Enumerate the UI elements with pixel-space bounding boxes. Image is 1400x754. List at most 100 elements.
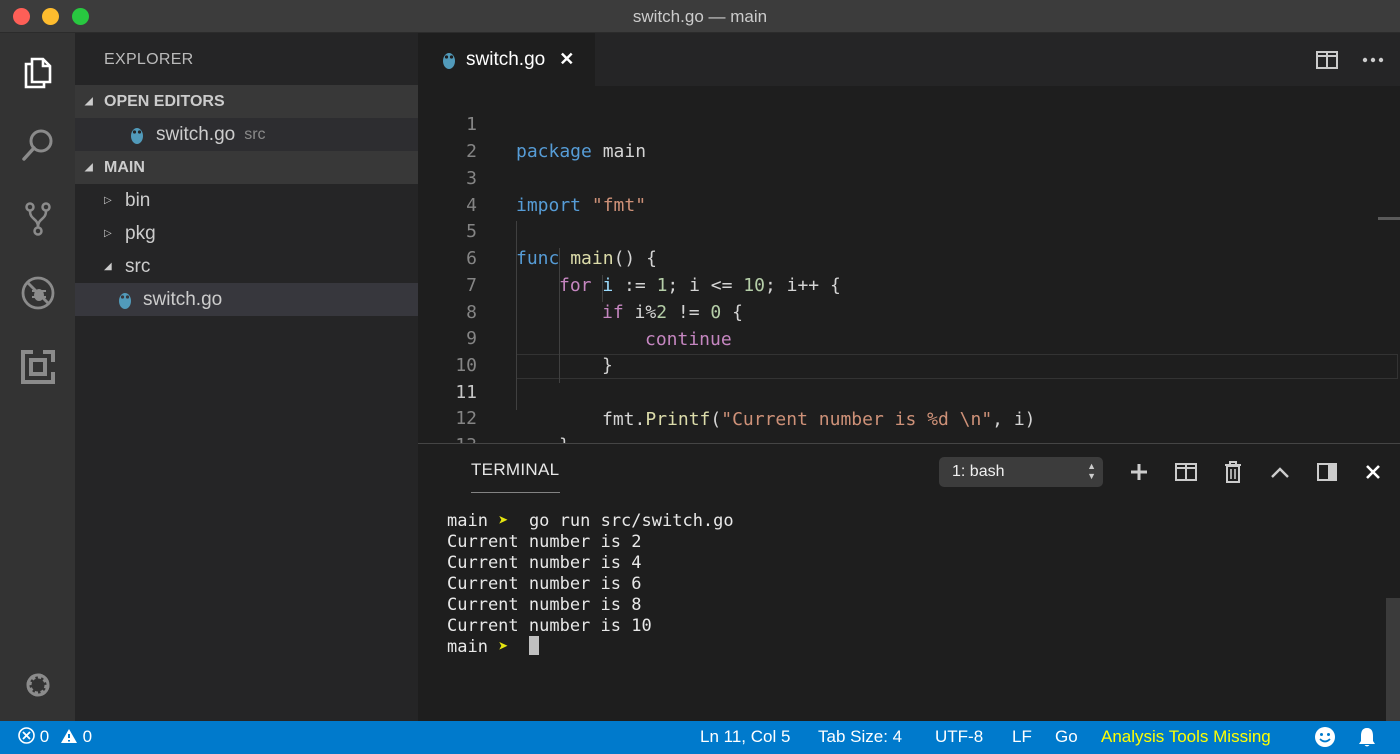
terminal-output-line: Current number is 2: [447, 532, 642, 552]
expanded-icon: ◢: [104, 261, 112, 272]
chevron-up-icon: [1271, 467, 1289, 478]
prompt-dir: main: [447, 637, 488, 657]
error-count: 0: [39, 727, 50, 746]
tree-item-src[interactable]: ◢ src: [75, 250, 418, 283]
code-line-5: 5 func main() {: [418, 191, 1400, 269]
terminal-select[interactable]: 1: bash ▲ ▼: [939, 457, 1103, 487]
prompt-arrow-icon: ➤: [498, 511, 509, 531]
activity-extensions[interactable]: [0, 329, 75, 404]
open-editor-folder: src: [244, 125, 266, 143]
code-line-7: 7 if i%2 != 0 {: [418, 245, 1400, 323]
maximize-panel-button[interactable]: [1266, 458, 1294, 486]
activity-bar: [0, 33, 75, 721]
terminal-prompt-line[interactable]: main ➤: [447, 636, 539, 658]
terminal-output-line: Current number is 4: [447, 553, 642, 573]
code-line-2: 2: [418, 111, 1400, 162]
tree-item-pkg[interactable]: ▷ pkg: [75, 217, 418, 250]
editor-tab-bar: switch.go ✕: [418, 33, 1400, 86]
kill-terminal-button[interactable]: [1219, 458, 1247, 486]
tab-terminal[interactable]: TERMINAL: [471, 460, 559, 480]
title-bar: switch.go — main: [0, 0, 1400, 33]
extensions-icon: [20, 347, 57, 384]
tree-item-switch-go[interactable]: switch.go: [75, 283, 418, 316]
language-mode[interactable]: Go: [1055, 727, 1078, 747]
new-terminal-button[interactable]: [1125, 458, 1153, 486]
prompt-dir: main: [447, 511, 488, 531]
gear-icon: [26, 673, 49, 696]
code-line-12: 12 }: [418, 378, 1400, 443]
code-line-11: 11 fmt.Printf("Current number is %d \n",…: [418, 352, 1400, 430]
terminal-select-value: 1: bash: [952, 463, 1005, 480]
window-title: switch.go — main: [632, 7, 768, 26]
workspace-label: MAIN: [104, 158, 145, 176]
end-of-line[interactable]: LF: [1012, 727, 1032, 747]
smiley-icon: [1315, 727, 1335, 747]
warning-count: 0: [82, 727, 93, 746]
open-editors-label: OPEN EDITORS: [104, 92, 225, 110]
open-editors-header[interactable]: ◢ OPEN EDITORS: [75, 85, 418, 118]
go-file-icon: [131, 127, 143, 144]
terminal-output-line: Current number is 10: [447, 616, 652, 636]
code-line-6: 6 for i := 1; i <= 10; i++ {: [418, 218, 1400, 296]
collapsed-icon: ▷: [104, 228, 112, 239]
tab-size[interactable]: Tab Size: 4: [818, 727, 902, 747]
activity-explorer[interactable]: [0, 33, 75, 108]
code-line-8: 8 continue: [418, 272, 1400, 350]
terminal-scrollbar[interactable]: [1386, 598, 1400, 722]
analysis-tools-warning[interactable]: Analysis Tools Missing: [1101, 727, 1271, 747]
workspace-header[interactable]: ◢ MAIN: [75, 151, 418, 184]
code-editor[interactable]: 1 package main 2 3 import "fmt" 4 5 func…: [418, 86, 1400, 443]
tab-label: switch.go: [466, 48, 546, 70]
split-editor-icon: [1316, 51, 1338, 69]
go-file-icon: [443, 52, 455, 69]
go-file-icon: [119, 292, 131, 309]
close-icon[interactable]: ✕: [559, 49, 574, 70]
terminal-command: go run src/switch.go: [528, 511, 734, 531]
open-editor-item[interactable]: switch.go src: [75, 118, 418, 151]
code-line-3: 3 import "fmt": [418, 138, 1400, 216]
terminal-command-line: main ➤ go run src/switch.go: [447, 511, 734, 532]
tree-item-label: src: [125, 255, 151, 277]
open-editor-filename: switch.go: [156, 123, 236, 145]
active-tab-indicator: [471, 492, 560, 493]
code-line-13: 13 }: [418, 405, 1400, 443]
debug-icon: [21, 276, 54, 309]
terminal-cursor: [528, 636, 539, 655]
toggle-panel-position-button[interactable]: [1313, 458, 1341, 486]
activity-source-control[interactable]: [0, 181, 75, 256]
code-line-9: 9 }: [418, 298, 1400, 376]
feedback-button[interactable]: [1314, 726, 1336, 753]
terminal-output-line: Current number is 6: [447, 574, 642, 594]
problems-indicator[interactable]: 0 0: [18, 727, 92, 747]
ellipsis-icon: [1362, 57, 1384, 63]
encoding[interactable]: UTF-8: [935, 727, 983, 747]
tab-switch-go[interactable]: switch.go ✕: [418, 33, 595, 86]
split-editor-button[interactable]: [1314, 47, 1340, 73]
more-actions-button[interactable]: [1360, 47, 1386, 73]
close-panel-button[interactable]: [1359, 458, 1387, 486]
terminal-panel: TERMINAL 1: bash ▲ ▼ main ➤ go run src/s…: [418, 443, 1400, 722]
prompt-arrow-icon: ➤: [498, 637, 509, 657]
terminal-output-line: Current number is 8: [447, 595, 642, 615]
tree-item-bin[interactable]: ▷ bin: [75, 184, 418, 217]
bell-icon: [1359, 728, 1375, 747]
source-control-icon: [24, 201, 51, 236]
status-bar: 0 0 Ln 11, Col 5 Tab Size: 4 UTF-8 LF Go…: [0, 721, 1400, 754]
split-terminal-button[interactable]: [1172, 458, 1200, 486]
select-arrows-icon: ▲ ▼: [1087, 461, 1096, 481]
tree-item-label: pkg: [125, 222, 156, 244]
warning-icon: [60, 729, 77, 743]
activity-manage[interactable]: [0, 647, 75, 722]
activity-debug[interactable]: [0, 255, 75, 330]
cursor-position[interactable]: Ln 11, Col 5: [700, 727, 790, 747]
notifications-button[interactable]: [1356, 726, 1378, 753]
code-line-10: 10: [418, 325, 1400, 376]
expanded-icon: ◢: [85, 162, 93, 173]
code-line-1: 1 package main: [418, 86, 1400, 162]
search-icon: [21, 129, 52, 161]
explorer-sidebar: EXPLORER ◢ OPEN EDITORS switch.go src ◢ …: [75, 33, 418, 721]
files-icon: [24, 57, 51, 88]
code-line-14: 14: [418, 432, 1400, 443]
activity-search[interactable]: [0, 107, 75, 182]
sidebar-title: EXPLORER: [104, 51, 194, 68]
